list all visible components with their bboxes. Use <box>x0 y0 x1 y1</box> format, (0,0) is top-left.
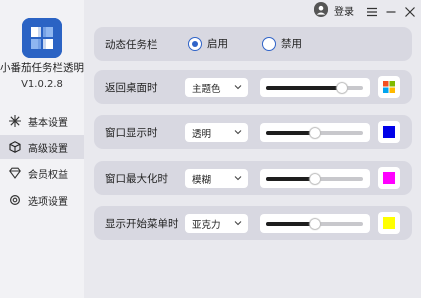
close-icon[interactable] <box>404 3 416 17</box>
return-desktop-card: 返回桌面时 主题色 <box>94 70 412 104</box>
sparkle-icon <box>9 115 21 127</box>
radio-circle <box>188 36 202 51</box>
slider-fill <box>266 177 315 181</box>
sidebar-item-label: 基本设置 <box>28 117 68 129</box>
row-label: 显示开始菜单时 <box>105 218 179 230</box>
slider-fill <box>266 222 315 226</box>
start-menu-card: 显示开始菜单时 亚克力 <box>94 206 412 240</box>
minimize-icon[interactable] <box>385 3 397 15</box>
windows-logo-icon <box>383 78 395 97</box>
color-swatch <box>383 126 395 138</box>
window-shown-card: 窗口显示时 透明 <box>94 115 412 149</box>
select-value: 模糊 <box>192 175 212 186</box>
radio-label: 启用 <box>207 38 228 50</box>
dynamic-taskbar-label: 动态任务栏 <box>105 39 158 51</box>
transparency-slider[interactable] <box>266 174 363 184</box>
menu-icon[interactable] <box>366 3 378 17</box>
slider-fill <box>266 131 315 135</box>
sidebar-item-label: 会员权益 <box>28 169 68 181</box>
diamond-icon <box>9 167 21 179</box>
chevron-down-icon <box>234 221 242 226</box>
disable-radio[interactable]: 禁用 <box>262 36 302 51</box>
row-label: 返回桌面时 <box>105 82 158 94</box>
chevron-down-icon <box>234 130 242 135</box>
select-value: 亚克力 <box>192 220 221 231</box>
app-version: V1.0.2.8 <box>21 79 63 90</box>
radio-dot <box>192 40 198 47</box>
enable-radio[interactable]: 启用 <box>188 36 228 51</box>
radio-circle <box>262 36 276 51</box>
effect-select[interactable]: 亚克力 <box>185 214 248 233</box>
transparency-slider-box <box>260 214 370 233</box>
window-maximized-card: 窗口最大化时 模糊 <box>94 161 412 195</box>
sidebar-item-advanced-settings[interactable]: 高级设置 <box>0 135 84 159</box>
cube-icon <box>9 141 21 153</box>
app-logo <box>22 18 62 58</box>
dynamic-taskbar-card: 动态任务栏 启用 禁用 <box>94 27 412 61</box>
row-label: 窗口最大化时 <box>105 173 168 185</box>
app-window: 小番茄任务栏透明 V1.0.2.8 基本设置 高级设置 会员权益 选项设置 登录… <box>0 0 421 298</box>
color-picker-button[interactable] <box>378 167 400 189</box>
sidebar-item-option-settings[interactable]: 选项设置 <box>0 188 84 212</box>
sidebar: 小番茄任务栏透明 V1.0.2.8 基本设置 高级设置 会员权益 选项设置 <box>0 0 84 298</box>
slider-thumb[interactable] <box>310 219 320 229</box>
chevron-down-icon <box>234 176 242 181</box>
sidebar-item-basic-settings[interactable]: 基本设置 <box>0 109 84 133</box>
color-picker-button[interactable] <box>378 121 400 143</box>
chevron-down-icon <box>234 85 242 90</box>
transparency-slider-box <box>260 169 370 188</box>
color-picker-button[interactable] <box>378 76 400 98</box>
transparency-slider-box <box>260 123 370 142</box>
slider-thumb[interactable] <box>310 128 320 138</box>
transparency-slider[interactable] <box>266 219 363 229</box>
select-value: 透明 <box>192 129 212 140</box>
color-swatch <box>383 172 395 184</box>
sidebar-item-label: 高级设置 <box>28 143 68 155</box>
sidebar-item-label: 选项设置 <box>28 196 68 208</box>
select-value: 主题色 <box>192 84 221 95</box>
slider-fill <box>266 86 342 90</box>
transparency-slider[interactable] <box>266 83 363 93</box>
effect-select[interactable]: 主题色 <box>185 78 248 97</box>
slider-thumb[interactable] <box>337 83 347 93</box>
effect-select[interactable]: 模糊 <box>185 169 248 188</box>
login-link[interactable]: 登录 <box>334 3 354 18</box>
effect-select[interactable]: 透明 <box>185 123 248 142</box>
gear-icon <box>9 194 21 206</box>
color-picker-button[interactable] <box>378 212 400 234</box>
color-swatch <box>383 217 395 229</box>
transparency-slider[interactable] <box>266 128 363 138</box>
transparency-slider-box <box>260 78 370 97</box>
app-name: 小番茄任务栏透明 <box>0 62 84 74</box>
radio-label: 禁用 <box>281 38 302 50</box>
slider-thumb[interactable] <box>310 174 320 184</box>
user-icon[interactable] <box>314 2 328 17</box>
row-label: 窗口显示时 <box>105 127 158 139</box>
sidebar-item-member-benefits[interactable]: 会员权益 <box>0 161 84 185</box>
